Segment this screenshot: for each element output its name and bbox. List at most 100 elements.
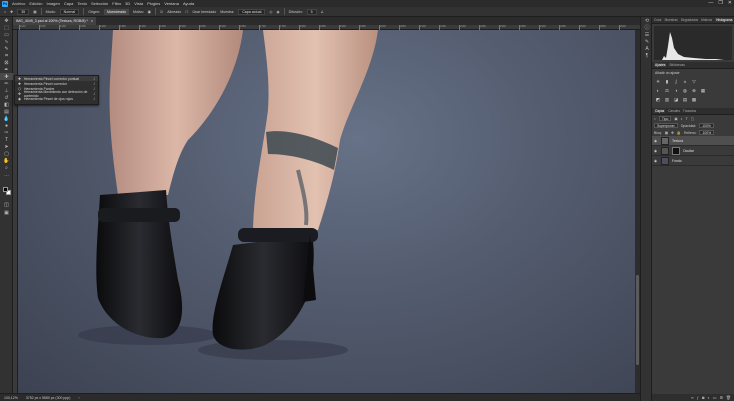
curves-icon[interactable]: ∫ xyxy=(673,79,679,84)
frame-tool-icon[interactable]: ⊠ xyxy=(0,59,13,66)
new-layer-icon[interactable]: ⊞ xyxy=(720,395,723,400)
layer-style-icon[interactable]: ƒ xyxy=(697,395,699,400)
menu-ayuda[interactable]: Ayuda xyxy=(183,1,194,6)
clone-stamp-tool-icon[interactable]: ⊥ xyxy=(0,87,13,94)
fill-input[interactable]: 100% xyxy=(699,130,715,135)
pressure-icon[interactable]: ◉ xyxy=(277,10,280,14)
vibrance-icon[interactable]: ▽ xyxy=(691,79,697,84)
hand-tool-icon[interactable]: ✋ xyxy=(0,157,13,164)
menu-filtro[interactable]: Filtro xyxy=(112,1,121,6)
close-window-button[interactable]: ✕ xyxy=(728,0,732,6)
quick-mask-icon[interactable]: ◫ xyxy=(0,201,13,208)
blend-mode-select[interactable]: Superponer xyxy=(654,123,678,128)
delete-layer-icon[interactable]: 🗑 xyxy=(726,395,731,400)
layer-row-textura[interactable]: ◉ Textura xyxy=(652,136,734,146)
zoom-tool-icon[interactable]: ⌕ xyxy=(0,164,13,171)
menu-ventana[interactable]: Ventana xyxy=(164,1,179,6)
lock-pixels-icon[interactable]: ▦ xyxy=(665,131,668,135)
menu-archivo[interactable]: Archivo xyxy=(12,1,25,6)
menu-capa[interactable]: Capa xyxy=(64,1,74,6)
brush-settings-icon[interactable]: ▦ xyxy=(33,10,36,14)
add-mask-icon[interactable]: ◙ xyxy=(702,395,704,400)
maximize-button[interactable]: ❐ xyxy=(718,0,722,6)
visibility-eye-icon[interactable]: ◉ xyxy=(654,139,658,143)
black-white-icon[interactable]: ◑ xyxy=(673,88,679,93)
more-tools-icon[interactable]: … xyxy=(0,171,13,178)
shape-tool-icon[interactable]: ▢ xyxy=(0,150,13,157)
brush-tool-icon[interactable]: ✏ xyxy=(0,80,13,87)
dodge-tool-icon[interactable]: ● xyxy=(0,122,13,129)
opacity-input[interactable]: 100% xyxy=(699,123,714,128)
angle-icon[interactable]: ∠ xyxy=(321,10,324,14)
menu-3d[interactable]: 3D xyxy=(125,1,130,6)
type-tool-icon[interactable]: T xyxy=(0,136,13,143)
quick-select-tool-icon[interactable]: ✎ xyxy=(0,45,13,52)
tab-trazados[interactable]: Trazados xyxy=(683,109,696,113)
menu-edicion[interactable]: Edición xyxy=(29,1,42,6)
eraser-tool-icon[interactable]: ◧ xyxy=(0,101,13,108)
link-layers-icon[interactable]: ∞ xyxy=(691,395,694,400)
layer-kind-select[interactable]: Tipo xyxy=(658,116,672,121)
photo-filter-icon[interactable]: ◍ xyxy=(682,88,688,93)
filter-adjust-icon[interactable]: ◐ xyxy=(681,117,683,121)
foreground-color-swatch[interactable] xyxy=(3,187,8,192)
path-select-tool-icon[interactable]: ➤ xyxy=(0,143,13,150)
tab-muestras[interactable]: Muestras xyxy=(665,18,678,22)
screen-mode-icon[interactable]: ▣ xyxy=(0,209,13,216)
tab-canales[interactable]: Canales xyxy=(668,109,680,113)
eyedropper-tool-icon[interactable]: ✒ xyxy=(0,66,13,73)
scrollbar-thumb[interactable] xyxy=(636,275,639,365)
visibility-eye-icon[interactable]: ◉ xyxy=(654,149,658,153)
image-canvas[interactable] xyxy=(18,30,635,393)
selective-color-icon[interactable]: ▩ xyxy=(691,97,697,102)
tab-histograma[interactable]: Histograma xyxy=(715,18,734,22)
zoom-level[interactable]: 100,12% xyxy=(4,396,18,400)
menu-texto[interactable]: Texto xyxy=(77,1,87,6)
posterize-icon[interactable]: ▥ xyxy=(664,97,670,102)
spread-input[interactable]: 5 xyxy=(306,8,317,15)
hue-saturation-icon[interactable]: ◐ xyxy=(655,88,661,93)
tab-ajustes[interactable]: Ajustes xyxy=(654,63,667,67)
ignore-adjustments-icon[interactable]: ◎ xyxy=(269,10,272,14)
home-icon[interactable]: ⌂ xyxy=(4,10,6,14)
healing-brush-tool-icon[interactable]: ✚ xyxy=(0,73,13,80)
gradient-map-icon[interactable]: ▤ xyxy=(682,97,688,102)
sample-select[interactable]: Capa actual xyxy=(238,8,266,15)
exposure-icon[interactable]: ± xyxy=(682,79,688,84)
filter-type-icon[interactable]: T xyxy=(686,117,688,121)
origin-pattern-button[interactable]: Motivo xyxy=(133,10,144,14)
history-brush-tool-icon[interactable]: ↺ xyxy=(0,94,13,101)
move-tool-icon[interactable]: ✥ xyxy=(0,17,13,24)
origin-sampled-button[interactable]: Muestreado xyxy=(103,8,129,15)
blur-tool-icon[interactable]: 💧 xyxy=(0,115,13,122)
channel-mixer-icon[interactable]: ⊕ xyxy=(691,88,697,93)
legacy-checkbox-icon[interactable]: ☐ xyxy=(185,10,188,14)
mode-select[interactable]: Normal xyxy=(59,8,80,15)
threshold-icon[interactable]: ◪ xyxy=(673,97,679,102)
content-aware-move-item[interactable]: ✥ Herramienta Movimiento con detección d… xyxy=(15,90,98,98)
filter-shape-icon[interactable]: ▢ xyxy=(691,117,694,121)
layer-row-ocultar[interactable]: ◉ Ocultar xyxy=(652,146,734,156)
gradient-tool-icon[interactable]: ▤ xyxy=(0,108,13,115)
lock-all-icon[interactable]: 🔒 xyxy=(677,131,681,135)
filter-pixel-icon[interactable]: ▣ xyxy=(674,117,677,121)
levels-icon[interactable]: ▮ xyxy=(664,79,670,84)
pen-tool-icon[interactable]: ✑ xyxy=(0,129,13,136)
menu-plugins[interactable]: Plugins xyxy=(147,1,160,6)
minimize-button[interactable]: — xyxy=(708,0,713,6)
lasso-tool-icon[interactable]: ∿ xyxy=(0,38,13,45)
healing-brush-icon[interactable]: ✚ xyxy=(10,10,13,14)
color-balance-icon[interactable]: ⚖ xyxy=(664,88,670,93)
layer-row-fondo[interactable]: ◉ Fondo xyxy=(652,156,734,166)
document-tab[interactable]: IMG_4049_3.psd al 100% (Textura, RGB/8) … xyxy=(13,17,97,25)
new-adjustment-icon[interactable]: ◐ xyxy=(707,395,709,400)
tab-color[interactable]: Color xyxy=(654,18,662,22)
tab-capas[interactable]: Capas xyxy=(654,109,666,113)
pattern-swatch-icon[interactable]: ▣ xyxy=(148,10,151,14)
visibility-eye-icon[interactable]: ◉ xyxy=(654,159,658,163)
marquee-tool-icon[interactable]: ▭ xyxy=(0,31,13,38)
invert-icon[interactable]: ◩ xyxy=(655,97,661,102)
crop-tool-icon[interactable]: ⌗ xyxy=(0,52,13,59)
brush-size-picker[interactable]: 35 xyxy=(17,8,30,15)
tab-degradados[interactable]: Degradados xyxy=(681,18,698,22)
